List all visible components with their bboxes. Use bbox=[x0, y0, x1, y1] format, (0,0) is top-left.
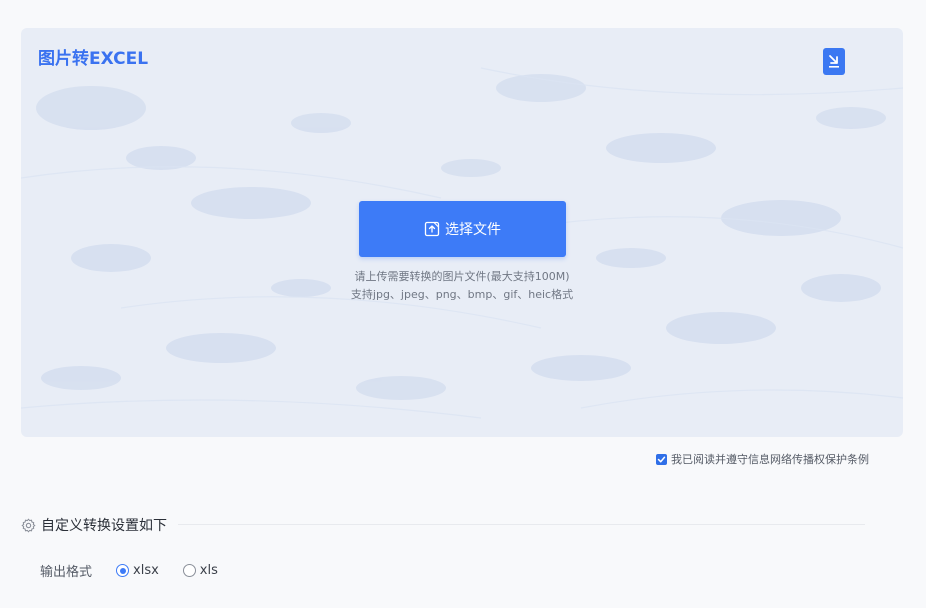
radio-selected-icon[interactable] bbox=[116, 564, 130, 577]
upload-hint-formats: 支持jpg、jpeg、png、bmp、gif、heic格式 bbox=[350, 288, 574, 301]
format-option-xls[interactable]: xls bbox=[182, 563, 218, 578]
upload-panel[interactable]: 图片转EXCEL 选择文件 请上传需要转换的图片文件(最大支持100M) 支持j… bbox=[21, 28, 903, 437]
download-icon bbox=[829, 55, 839, 68]
output-format-label: 输出格式 bbox=[40, 565, 93, 580]
gear-icon bbox=[21, 518, 36, 532]
tool-title: 图片转EXCEL bbox=[38, 49, 149, 69]
file-upload-icon bbox=[424, 221, 440, 237]
settings-divider bbox=[178, 524, 865, 525]
download-button[interactable] bbox=[823, 48, 845, 75]
settings-title: 自定义转换设置如下 bbox=[41, 518, 167, 534]
format-option-xlsx[interactable]: xlsx bbox=[116, 563, 159, 578]
settings-heading: 自定义转换设置如下 bbox=[21, 515, 167, 535]
output-format-row: 输出格式 xlsx xls bbox=[40, 561, 242, 580]
upload-hint-size: 请上传需要转换的图片文件(最大支持100M) bbox=[354, 270, 570, 283]
select-file-button[interactable]: 选择文件 bbox=[359, 201, 566, 257]
agreement-row[interactable]: 我已阅读并遵守信息网络传播权保护条例 bbox=[656, 451, 869, 467]
agreement-checkbox[interactable] bbox=[656, 453, 667, 465]
format-option-label: xls bbox=[199, 563, 218, 578]
agreement-label[interactable]: 我已阅读并遵守信息网络传播权保护条例 bbox=[671, 451, 869, 467]
check-icon bbox=[657, 456, 666, 462]
converter-page: 图片转EXCEL 选择文件 请上传需要转换的图片文件(最大支持100M) 支持j… bbox=[0, 0, 926, 608]
format-option-label: xlsx bbox=[133, 563, 159, 578]
radio-unselected-icon[interactable] bbox=[182, 564, 196, 577]
select-file-label: 选择文件 bbox=[445, 222, 501, 238]
